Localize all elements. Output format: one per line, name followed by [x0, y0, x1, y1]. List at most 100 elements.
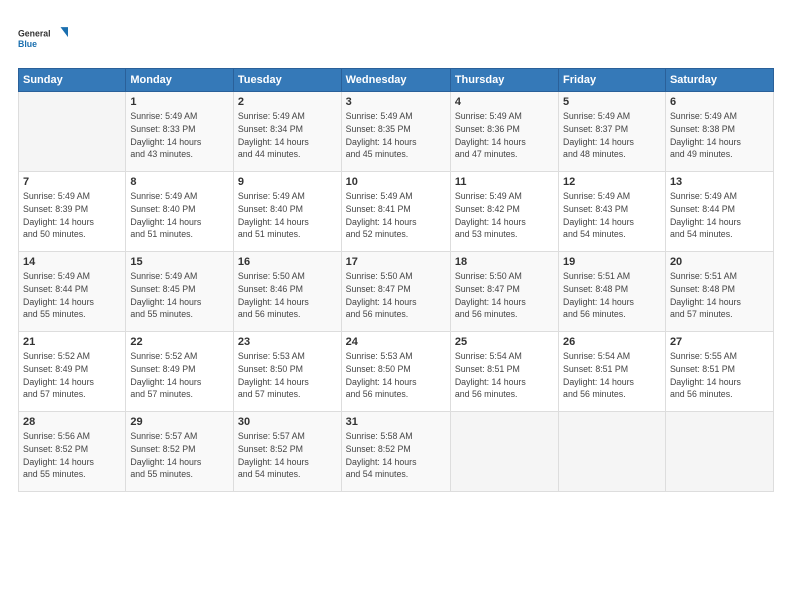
logo: General Blue — [18, 18, 68, 60]
day-info: Sunrise: 5:49 AM Sunset: 8:33 PM Dayligh… — [130, 110, 229, 161]
calendar-table: SundayMondayTuesdayWednesdayThursdayFrid… — [18, 68, 774, 492]
day-number: 4 — [455, 96, 554, 108]
calendar-cell: 10 Sunrise: 5:49 AM Sunset: 8:41 PM Dayli… — [341, 172, 450, 252]
day-number: 2 — [238, 96, 337, 108]
day-info: Sunrise: 5:49 AM Sunset: 8:37 PM Dayligh… — [563, 110, 661, 161]
calendar-cell — [19, 92, 126, 172]
day-number: 25 — [455, 336, 554, 348]
day-info: Sunrise: 5:52 AM Sunset: 8:49 PM Dayligh… — [23, 350, 121, 401]
day-info: Sunrise: 5:51 AM Sunset: 8:48 PM Dayligh… — [670, 270, 769, 321]
day-number: 5 — [563, 96, 661, 108]
calendar-cell: 5 Sunrise: 5:49 AM Sunset: 8:37 PM Daylig… — [559, 92, 666, 172]
day-number: 6 — [670, 96, 769, 108]
weekday-header: Tuesday — [233, 69, 341, 92]
day-number: 28 — [23, 416, 121, 428]
day-info: Sunrise: 5:49 AM Sunset: 8:45 PM Dayligh… — [130, 270, 229, 321]
day-number: 30 — [238, 416, 337, 428]
day-number: 22 — [130, 336, 229, 348]
calendar-cell: 4 Sunrise: 5:49 AM Sunset: 8:36 PM Daylig… — [450, 92, 558, 172]
day-info: Sunrise: 5:50 AM Sunset: 8:47 PM Dayligh… — [455, 270, 554, 321]
day-number: 19 — [563, 256, 661, 268]
calendar-cell: 25 Sunrise: 5:54 AM Sunset: 8:51 PM Dayli… — [450, 332, 558, 412]
day-number: 26 — [563, 336, 661, 348]
day-info: Sunrise: 5:57 AM Sunset: 8:52 PM Dayligh… — [130, 430, 229, 481]
calendar-cell: 11Sunrise: 5:49 AM Sunset: 8:42 PM Dayli… — [450, 172, 558, 252]
day-info: Sunrise: 5:49 AM Sunset: 8:36 PM Dayligh… — [455, 110, 554, 161]
day-info: Sunrise: 5:49 AM Sunset: 8:40 PM Dayligh… — [238, 190, 337, 241]
day-number: 15 — [130, 256, 229, 268]
calendar-body: 1 Sunrise: 5:49 AM Sunset: 8:33 PM Daylig… — [19, 92, 774, 492]
day-info: Sunrise: 5:49 AM Sunset: 8:34 PM Dayligh… — [238, 110, 337, 161]
calendar-cell: 20 Sunrise: 5:51 AM Sunset: 8:48 PM Dayli… — [665, 252, 773, 332]
day-info: Sunrise: 5:49 AM Sunset: 8:39 PM Dayligh… — [23, 190, 121, 241]
calendar-cell: 28Sunrise: 5:56 AM Sunset: 8:52 PM Dayli… — [19, 412, 126, 492]
calendar-cell: 12 Sunrise: 5:49 AM Sunset: 8:43 PM Dayli… — [559, 172, 666, 252]
calendar-cell — [450, 412, 558, 492]
weekday-header-row: SundayMondayTuesdayWednesdayThursdayFrid… — [19, 69, 774, 92]
day-number: 18 — [455, 256, 554, 268]
day-info: Sunrise: 5:50 AM Sunset: 8:46 PM Dayligh… — [238, 270, 337, 321]
calendar-cell: 9Sunrise: 5:49 AM Sunset: 8:40 PM Daylig… — [233, 172, 341, 252]
calendar-cell: 14Sunrise: 5:49 AM Sunset: 8:44 PM Dayli… — [19, 252, 126, 332]
day-number: 29 — [130, 416, 229, 428]
calendar-cell: 30Sunrise: 5:57 AM Sunset: 8:52 PM Dayli… — [233, 412, 341, 492]
day-number: 20 — [670, 256, 769, 268]
calendar-cell: 3 Sunrise: 5:49 AM Sunset: 8:35 PM Daylig… — [341, 92, 450, 172]
calendar-cell: 16 Sunrise: 5:50 AM Sunset: 8:46 PM Dayli… — [233, 252, 341, 332]
weekday-header: Wednesday — [341, 69, 450, 92]
weekday-header: Monday — [126, 69, 234, 92]
weekday-header: Friday — [559, 69, 666, 92]
calendar-header: SundayMondayTuesdayWednesdayThursdayFrid… — [19, 69, 774, 92]
calendar-cell: 31 Sunrise: 5:58 AM Sunset: 8:52 PM Dayli… — [341, 412, 450, 492]
day-number: 27 — [670, 336, 769, 348]
weekday-header: Thursday — [450, 69, 558, 92]
day-number: 16 — [238, 256, 337, 268]
calendar-cell: 2 Sunrise: 5:49 AM Sunset: 8:34 PM Daylig… — [233, 92, 341, 172]
day-info: Sunrise: 5:51 AM Sunset: 8:48 PM Dayligh… — [563, 270, 661, 321]
day-info: Sunrise: 5:49 AM Sunset: 8:41 PM Dayligh… — [346, 190, 446, 241]
svg-text:Blue: Blue — [18, 39, 37, 49]
day-number: 24 — [346, 336, 446, 348]
day-number: 14 — [23, 256, 121, 268]
day-number: 3 — [346, 96, 446, 108]
calendar-cell — [665, 412, 773, 492]
calendar-week-row: 28Sunrise: 5:56 AM Sunset: 8:52 PM Dayli… — [19, 412, 774, 492]
calendar-cell: 22 Sunrise: 5:52 AM Sunset: 8:49 PM Dayli… — [126, 332, 234, 412]
calendar-week-row: 21 Sunrise: 5:52 AM Sunset: 8:49 PM Dayli… — [19, 332, 774, 412]
day-number: 21 — [23, 336, 121, 348]
day-info: Sunrise: 5:58 AM Sunset: 8:52 PM Dayligh… — [346, 430, 446, 481]
day-info: Sunrise: 5:50 AM Sunset: 8:47 PM Dayligh… — [346, 270, 446, 321]
day-info: Sunrise: 5:49 AM Sunset: 8:43 PM Dayligh… — [563, 190, 661, 241]
day-info: Sunrise: 5:53 AM Sunset: 8:50 PM Dayligh… — [238, 350, 337, 401]
calendar-cell: 17Sunrise: 5:50 AM Sunset: 8:47 PM Dayli… — [341, 252, 450, 332]
calendar-week-row: 7 Sunrise: 5:49 AM Sunset: 8:39 PM Daylig… — [19, 172, 774, 252]
weekday-header: Saturday — [665, 69, 773, 92]
calendar-cell: 24Sunrise: 5:53 AM Sunset: 8:50 PM Dayli… — [341, 332, 450, 412]
calendar-cell: 27Sunrise: 5:55 AM Sunset: 8:51 PM Dayli… — [665, 332, 773, 412]
day-number: 1 — [130, 96, 229, 108]
day-info: Sunrise: 5:49 AM Sunset: 8:44 PM Dayligh… — [670, 190, 769, 241]
day-number: 10 — [346, 176, 446, 188]
day-info: Sunrise: 5:49 AM Sunset: 8:35 PM Dayligh… — [346, 110, 446, 161]
day-info: Sunrise: 5:52 AM Sunset: 8:49 PM Dayligh… — [130, 350, 229, 401]
calendar-week-row: 14Sunrise: 5:49 AM Sunset: 8:44 PM Dayli… — [19, 252, 774, 332]
calendar-cell: 7 Sunrise: 5:49 AM Sunset: 8:39 PM Daylig… — [19, 172, 126, 252]
calendar-cell: 15 Sunrise: 5:49 AM Sunset: 8:45 PM Dayli… — [126, 252, 234, 332]
calendar-cell: 26Sunrise: 5:54 AM Sunset: 8:51 PM Dayli… — [559, 332, 666, 412]
svg-text:General: General — [18, 29, 51, 39]
calendar-cell: 6Sunrise: 5:49 AM Sunset: 8:38 PM Daylig… — [665, 92, 773, 172]
calendar-cell: 18 Sunrise: 5:50 AM Sunset: 8:47 PM Dayli… — [450, 252, 558, 332]
calendar-cell: 21 Sunrise: 5:52 AM Sunset: 8:49 PM Dayli… — [19, 332, 126, 412]
day-number: 8 — [130, 176, 229, 188]
day-number: 31 — [346, 416, 446, 428]
calendar-cell: 29 Sunrise: 5:57 AM Sunset: 8:52 PM Dayli… — [126, 412, 234, 492]
day-number: 23 — [238, 336, 337, 348]
day-info: Sunrise: 5:54 AM Sunset: 8:51 PM Dayligh… — [455, 350, 554, 401]
logo-svg: General Blue — [18, 18, 68, 60]
day-number: 7 — [23, 176, 121, 188]
day-number: 13 — [670, 176, 769, 188]
header: General Blue — [18, 18, 774, 60]
day-number: 11 — [455, 176, 554, 188]
day-number: 12 — [563, 176, 661, 188]
calendar-cell: 1 Sunrise: 5:49 AM Sunset: 8:33 PM Daylig… — [126, 92, 234, 172]
